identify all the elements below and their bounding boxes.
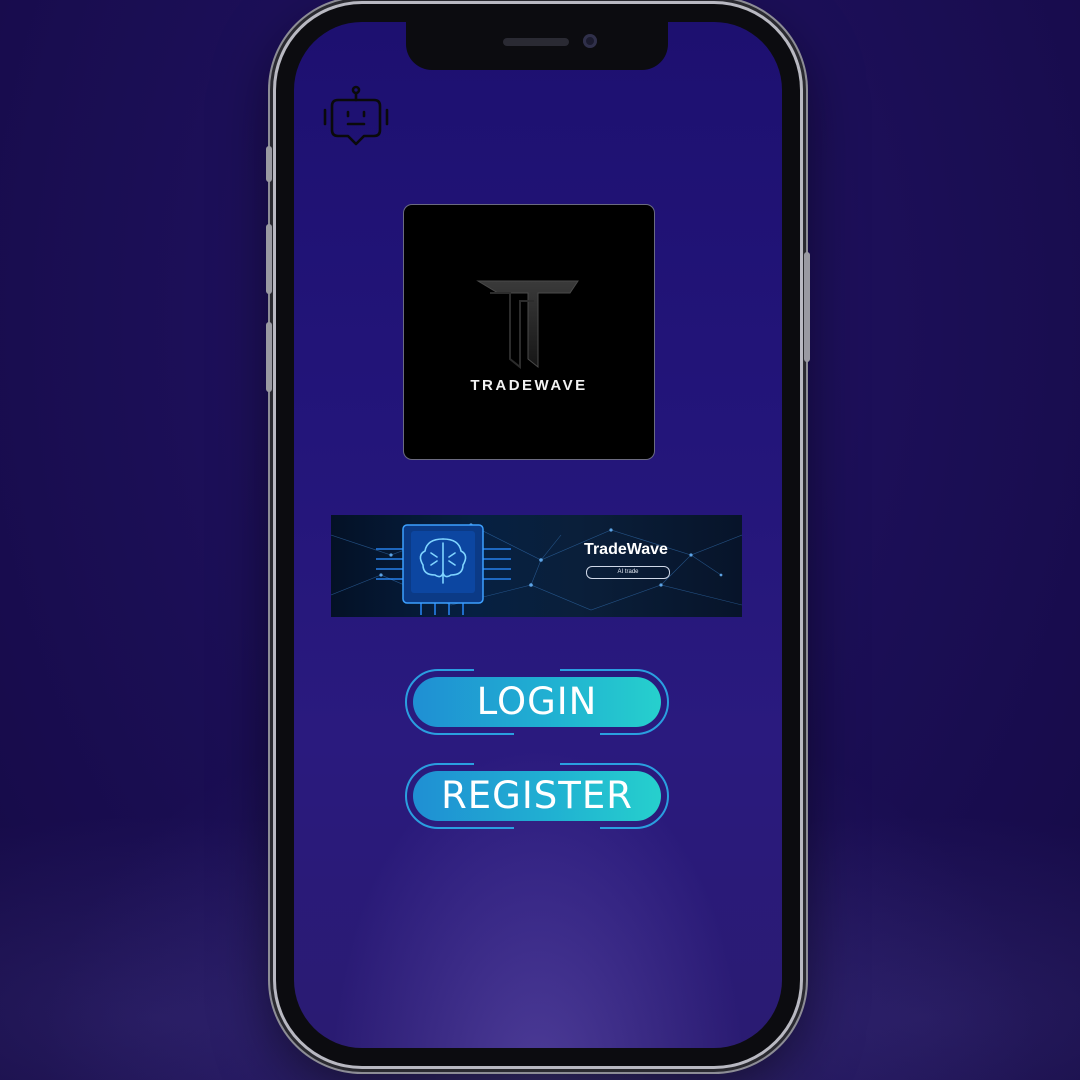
phone-frame: TRADEWAVE TradeWave AI trade LOGIN REGIS… [266,4,810,1066]
banner-subtitle-pill: AI trade [586,566,670,579]
promo-banner: TradeWave AI trade [331,515,742,617]
register-button-wrapper: REGISTER [404,762,670,830]
tradewave-t-logo-icon [476,280,579,370]
power-button [804,252,810,362]
silent-switch [266,146,272,182]
ai-chip-illustration [331,523,742,615]
app-logo-card: TRADEWAVE [404,205,654,459]
notch [406,22,668,70]
app-name-label: TRADEWAVE [470,377,588,394]
banner-title: TradeWave [584,541,668,558]
speaker [503,38,569,46]
login-button[interactable]: LOGIN [413,677,661,727]
login-button-wrapper: LOGIN [404,668,670,736]
phone-screen: TRADEWAVE TradeWave AI trade LOGIN REGIS… [294,22,782,1048]
register-button[interactable]: REGISTER [413,771,661,821]
chat-bot-icon[interactable] [316,82,396,162]
screen-glow [294,688,782,1048]
front-camera [583,34,597,48]
volume-up-button [266,224,272,294]
volume-down-button [266,322,272,392]
